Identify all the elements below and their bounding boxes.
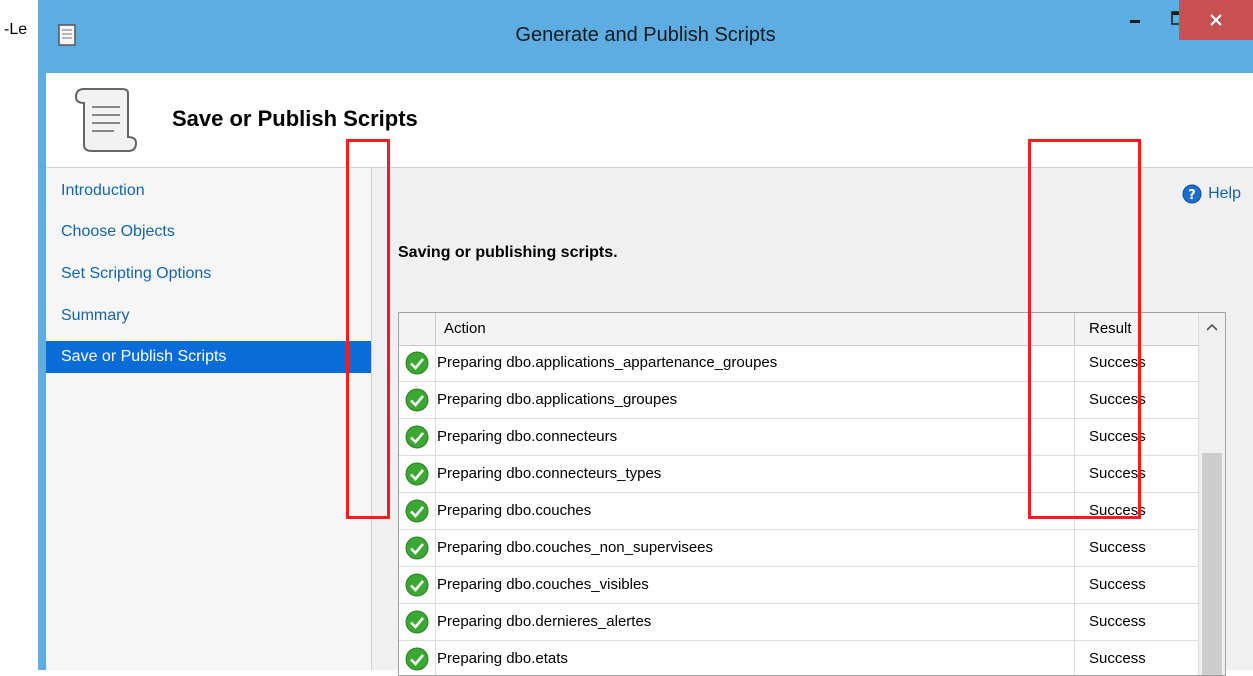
window-title: Generate and Publish Scripts xyxy=(515,24,776,46)
success-check-icon xyxy=(405,425,429,449)
wizard-nav: Introduction Choose Objects Set Scriptin… xyxy=(46,168,372,670)
table-row[interactable]: Preparing dbo.etats Success xyxy=(399,641,1199,675)
row-result: Success xyxy=(1089,502,1146,519)
column-header-result[interactable]: Result xyxy=(1089,320,1132,337)
column-divider[interactable] xyxy=(1074,313,1075,345)
close-button[interactable] xyxy=(1179,0,1253,40)
close-icon xyxy=(1210,14,1222,26)
nav-item-summary[interactable]: Summary xyxy=(46,300,371,332)
scroll-up-button[interactable] xyxy=(1199,313,1225,341)
success-check-icon xyxy=(405,610,429,634)
row-action: Preparing dbo.couches_non_supervisees xyxy=(437,539,714,556)
row-result: Success xyxy=(1089,650,1146,667)
table-row[interactable]: Preparing dbo.applications_groupes Succe… xyxy=(399,382,1199,419)
row-icon-cell xyxy=(399,419,436,455)
nav-item-introduction[interactable]: Introduction xyxy=(46,175,371,207)
row-icon-cell xyxy=(399,493,436,529)
script-scroll-icon xyxy=(74,88,138,152)
row-icon-cell xyxy=(399,345,436,381)
row-result: Success xyxy=(1089,465,1146,482)
success-check-icon xyxy=(405,351,429,375)
help-icon: ? xyxy=(1182,184,1202,204)
row-result: Success xyxy=(1089,539,1146,556)
table-row[interactable]: Preparing dbo.connecteurs_types Success xyxy=(399,456,1199,493)
grid-header: Action Result xyxy=(399,313,1225,346)
row-result: Success xyxy=(1089,391,1146,408)
table-row[interactable]: Preparing dbo.applications_appartenance_… xyxy=(399,345,1199,382)
row-icon-cell xyxy=(399,530,436,566)
row-icon-cell xyxy=(399,604,436,640)
row-action: Preparing dbo.couches_visibles xyxy=(437,576,649,593)
row-result: Success xyxy=(1089,576,1146,593)
row-action: Preparing dbo.couches xyxy=(437,502,592,519)
scrollbar-thumb[interactable] xyxy=(1202,453,1222,675)
grid-header-icon-column xyxy=(399,313,436,345)
column-header-action[interactable]: Action xyxy=(444,320,486,337)
table-row[interactable]: Preparing dbo.couches_visibles Success xyxy=(399,567,1199,604)
row-action: Preparing dbo.connecteurs xyxy=(437,428,618,445)
success-check-icon xyxy=(405,388,429,412)
row-action: Preparing dbo.applications_groupes xyxy=(437,391,678,408)
help-link[interactable]: ? Help xyxy=(1182,184,1241,204)
results-grid: Action Result Preparing dbo.applications… xyxy=(398,312,1226,676)
success-check-icon xyxy=(405,573,429,597)
row-action: Preparing dbo.etats xyxy=(437,650,568,667)
title-bar[interactable]: Generate and Publish Scripts xyxy=(38,0,1253,73)
success-check-icon xyxy=(405,499,429,523)
row-icon-cell xyxy=(399,456,436,492)
chevron-up-icon xyxy=(1206,323,1218,331)
nav-item-choose-objects[interactable]: Choose Objects xyxy=(46,216,371,248)
row-result: Success xyxy=(1089,428,1146,445)
row-result: Success xyxy=(1089,354,1146,371)
row-icon-cell xyxy=(399,567,436,603)
table-row[interactable]: Preparing dbo.couches_non_supervisees Su… xyxy=(399,530,1199,567)
row-icon-cell xyxy=(399,382,436,418)
nav-item-save-or-publish-scripts[interactable]: Save or Publish Scripts xyxy=(46,341,371,373)
page-header: Save or Publish Scripts xyxy=(46,73,1253,168)
table-row[interactable]: Preparing dbo.dernieres_alertes Success xyxy=(399,604,1199,641)
row-action: Preparing dbo.applications_appartenance_… xyxy=(437,354,778,371)
row-action: Preparing dbo.connecteurs_types xyxy=(437,465,662,482)
grid-rows: Preparing dbo.applications_appartenance_… xyxy=(399,345,1199,675)
status-text: Saving or publishing scripts. xyxy=(398,244,618,261)
vertical-scrollbar[interactable] xyxy=(1198,313,1225,675)
table-row[interactable]: Preparing dbo.couches Success xyxy=(399,493,1199,530)
success-check-icon xyxy=(405,647,429,671)
dialog-window: Generate and Publish Scripts Save or Pub… xyxy=(38,0,1253,676)
row-result: Success xyxy=(1089,613,1146,630)
nav-item-set-scripting-options[interactable]: Set Scripting Options xyxy=(46,258,371,290)
svg-text:?: ? xyxy=(1188,188,1196,203)
minimize-icon xyxy=(1130,20,1140,23)
background-text: -Le xyxy=(4,21,28,38)
table-row[interactable]: Preparing dbo.connecteurs Success xyxy=(399,419,1199,456)
main-panel: ? Help Saving or publishing scripts. Act… xyxy=(372,168,1253,676)
row-action: Preparing dbo.dernieres_alertes xyxy=(437,613,652,630)
dialog-client-area: Save or Publish Scripts Introduction Cho… xyxy=(46,73,1253,676)
success-check-icon xyxy=(405,462,429,486)
page-title: Save or Publish Scripts xyxy=(172,106,418,131)
help-label: Help xyxy=(1208,185,1241,202)
row-icon-cell xyxy=(399,641,436,675)
success-check-icon xyxy=(405,536,429,560)
minimize-button[interactable] xyxy=(1112,0,1158,36)
